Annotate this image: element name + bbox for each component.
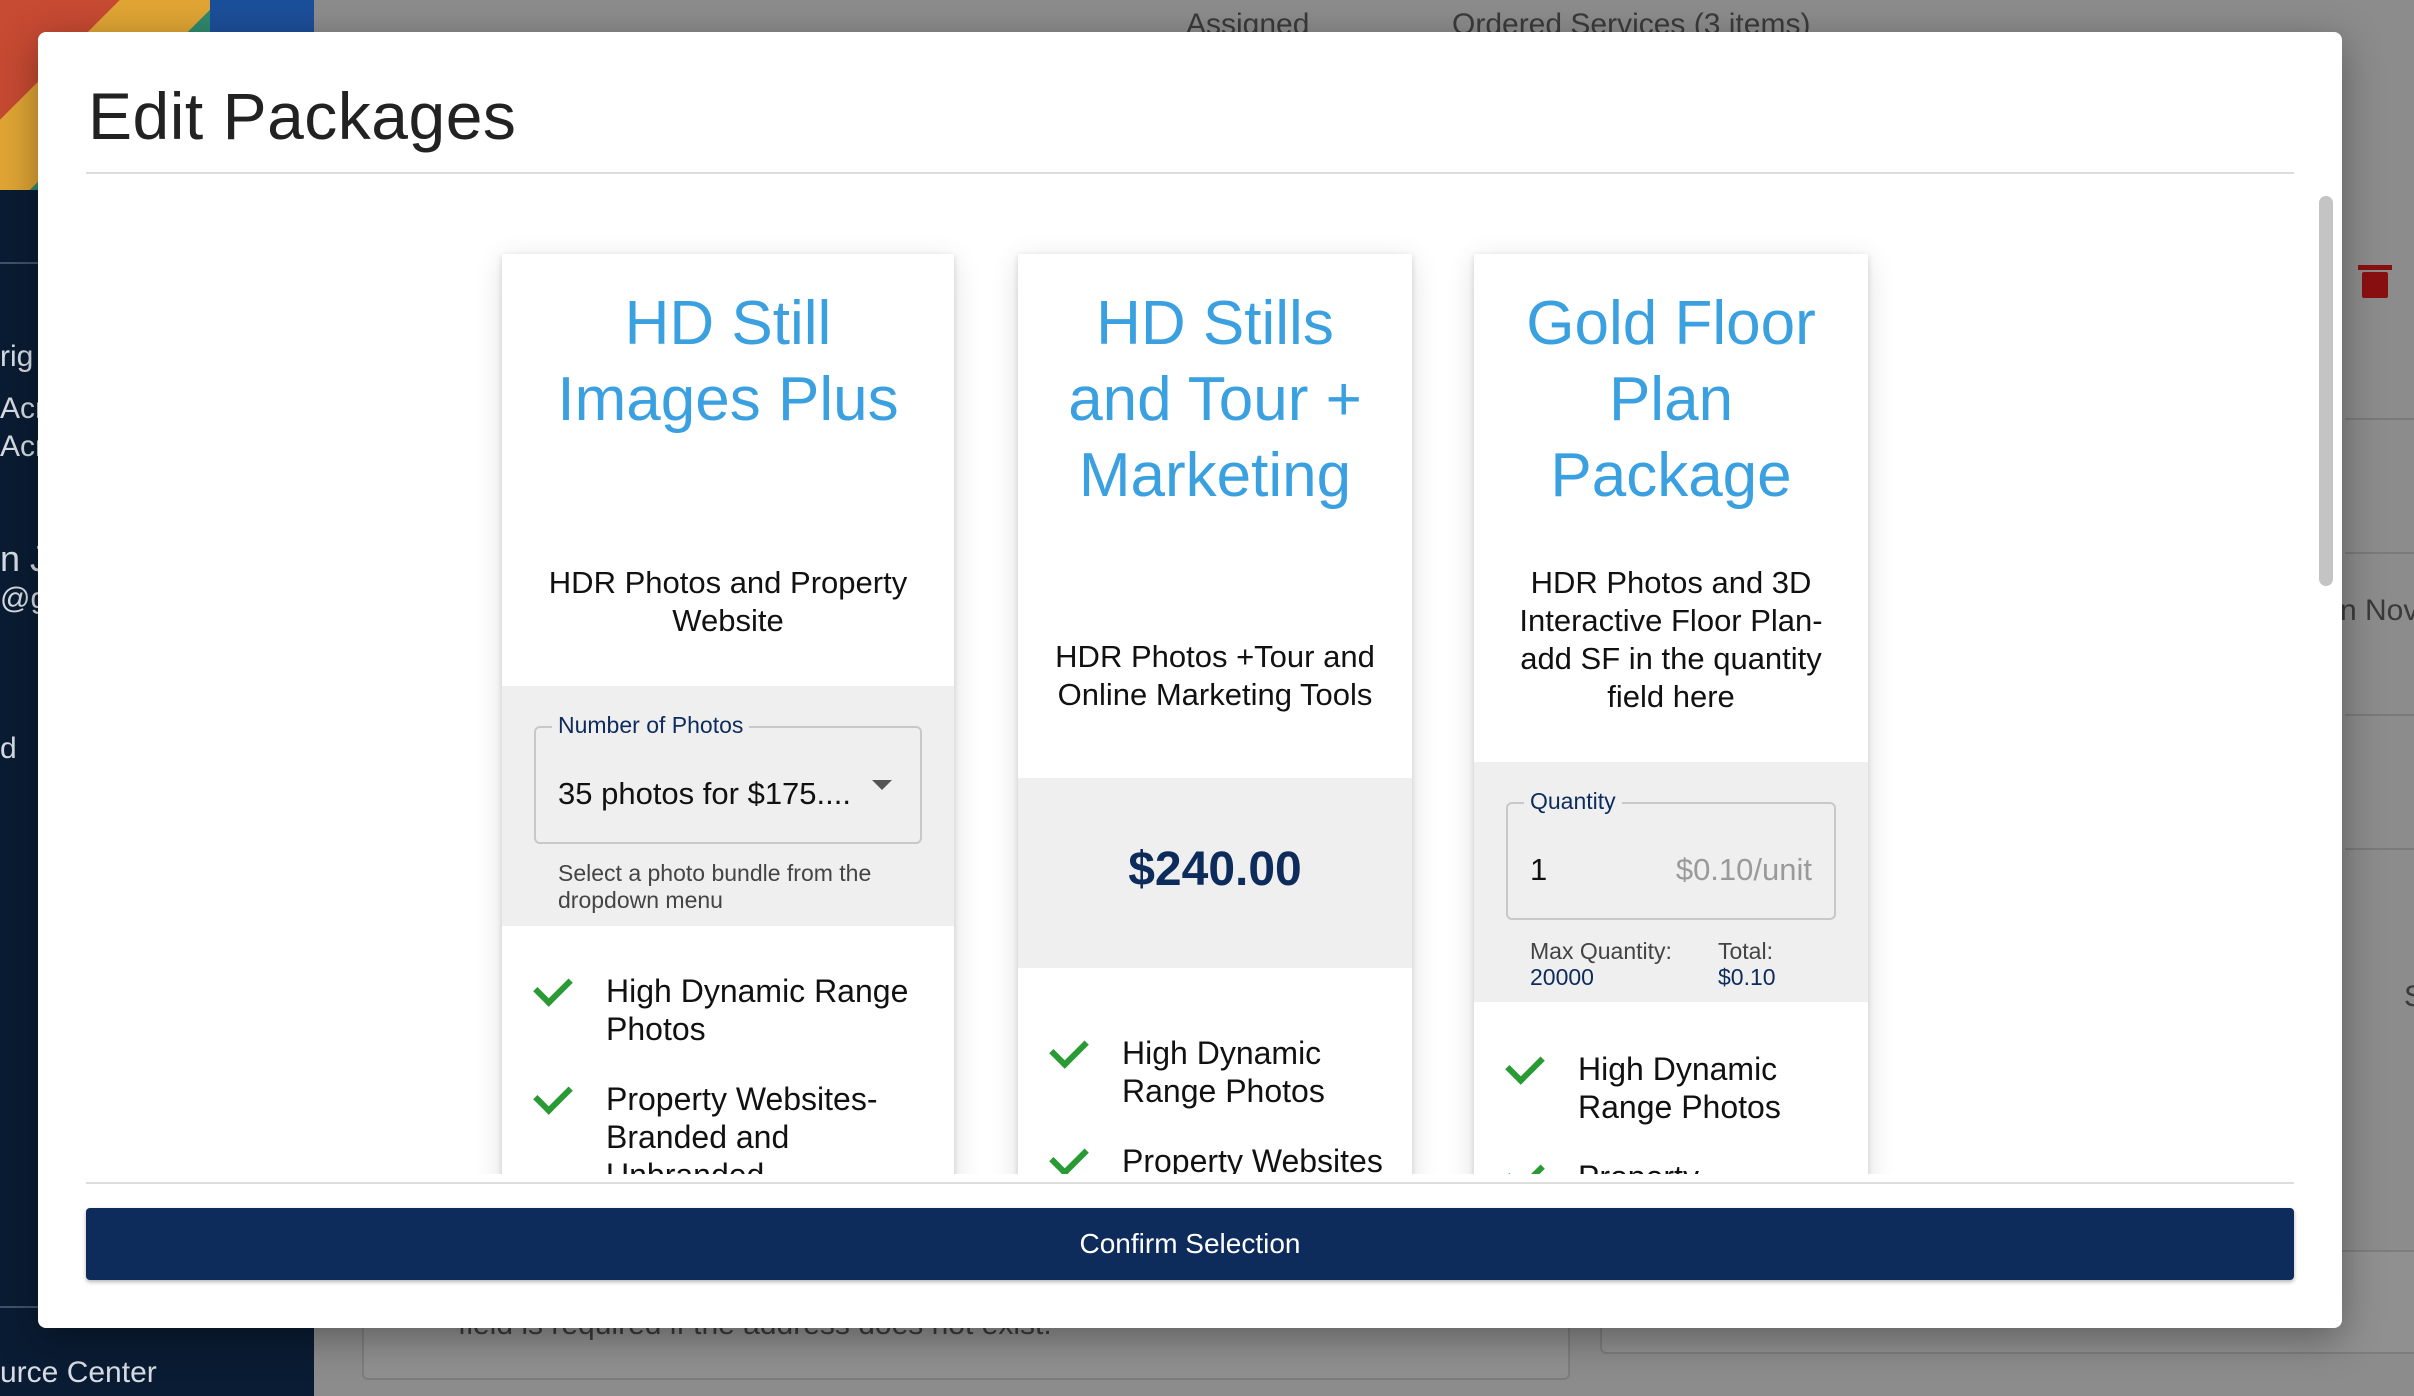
package-card-hd-stills-and-tour-marketing[interactable]: HD Stills and Tour + Marketing HDR Photo… [1018, 254, 1412, 1174]
packages-scroll-area[interactable]: HD Still Images Plus HDR Photos and Prop… [38, 192, 2342, 1174]
quantity-value: 1 [1530, 852, 1548, 887]
background-divider [2345, 418, 2414, 420]
sidebar-text: rig [0, 340, 34, 373]
package-description: HDR Photos and 3D Interactive Floor Plan… [1519, 565, 1823, 714]
total-label: Total: [1718, 938, 1773, 964]
confirm-selection-button[interactable]: Confirm Selection [86, 1208, 2294, 1280]
checkmark-icon [1505, 1153, 1545, 1174]
feature-label: High Dynamic Range Photos [1122, 1035, 1325, 1109]
package-description: HDR Photos and Property Website [548, 565, 908, 638]
quantity-input[interactable]: Quantity 1 $0.10/unit [1506, 788, 1836, 920]
checkmark-icon [533, 1075, 573, 1115]
checkmark-icon [1049, 1029, 1089, 1069]
select-label: Number of Photos [552, 712, 750, 739]
package-title: HD Still Images Plus [557, 289, 899, 434]
number-of-photos-select[interactable]: Number of Photos 35 photos for $175.... [534, 712, 922, 844]
package-title: HD Stills and Tour + Marketing [1068, 289, 1362, 510]
feature-label: Property [1578, 1158, 1848, 1174]
max-quantity-value: 20000 [1530, 964, 1594, 990]
background-text: n Nov [2340, 594, 2414, 627]
chevron-down-icon [872, 780, 892, 790]
background-text: S [2404, 980, 2414, 1014]
checkmark-icon [1049, 1137, 1089, 1174]
checkmark-icon [533, 967, 573, 1007]
feature-label: Property Websites- Branded and Unbranded [606, 1081, 878, 1174]
package-price: $240.00 [1128, 843, 1302, 896]
package-quantity-block: Quantity 1 $0.10/unit Max Quantity: 2000… [1474, 762, 1868, 1002]
package-price-block: $240.00 [1018, 778, 1412, 968]
unit-price: $0.10/unit [1675, 852, 1812, 887]
background-divider [2345, 848, 2414, 850]
scrollbar-thumb[interactable] [2319, 196, 2333, 586]
modal-title: Edit Packages [88, 79, 517, 153]
sidebar-resource-center[interactable]: urce Center [0, 1356, 157, 1390]
select-helper-text: Select a photo bundle from the dropdown … [558, 860, 872, 913]
total-value: $0.10 [1718, 964, 1776, 990]
max-quantity-label: Max Quantity: [1530, 938, 1672, 964]
modal-divider [86, 1182, 2294, 1184]
quantity-label: Quantity [1524, 788, 1622, 815]
package-title: Gold Floor Plan Package [1526, 289, 1816, 510]
package-card-hd-still-images-plus[interactable]: HD Still Images Plus HDR Photos and Prop… [502, 254, 954, 1174]
feature-label: High Dynamic Range Photos [606, 973, 909, 1047]
edit-packages-modal: Edit Packages HD Still Images Plus HDR P… [38, 32, 2342, 1328]
checkmark-icon [1505, 1045, 1545, 1085]
background-divider [2345, 552, 2414, 554]
feature-label: High Dynamic Range Photos [1578, 1051, 1781, 1125]
package-card-gold-floor-plan[interactable]: Gold Floor Plan Package HDR Photos and 3… [1474, 254, 1868, 1174]
package-description: HDR Photos +Tour and Online Marketing To… [1055, 639, 1375, 712]
modal-divider [86, 172, 2294, 174]
package-options: Number of Photos 35 photos for $175.... … [502, 686, 954, 926]
feature-label: Property Websites [1122, 1143, 1383, 1174]
background-divider [2345, 714, 2414, 716]
trash-icon[interactable] [2358, 265, 2392, 298]
sidebar-text: d [0, 732, 17, 765]
select-value: 35 photos for $175.... [558, 776, 851, 811]
